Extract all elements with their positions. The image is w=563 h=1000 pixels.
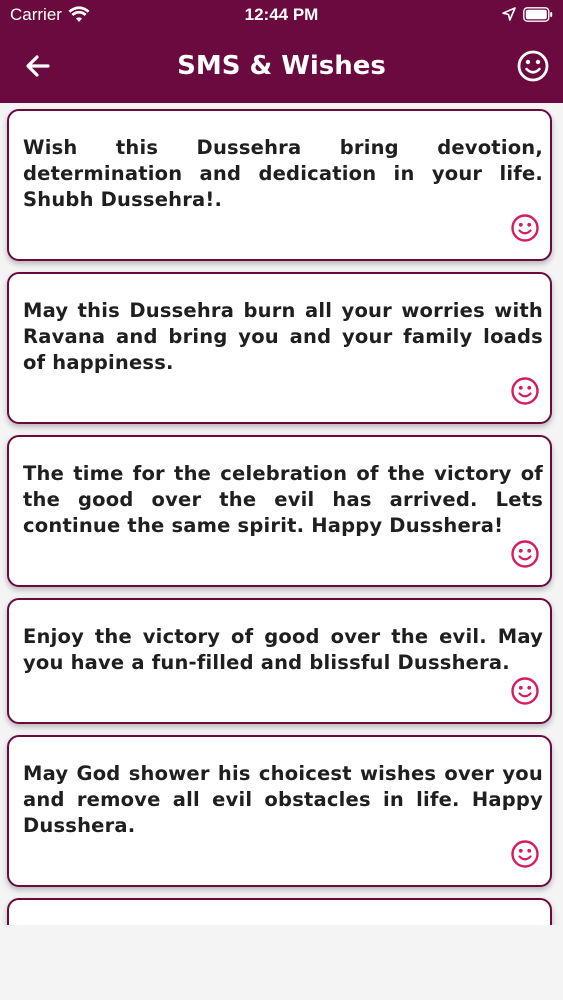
- status-time: 12:44 PM: [244, 5, 319, 24]
- message-card[interactable]: Enjoy the victory of good over the evil.…: [7, 598, 552, 724]
- message-card[interactable]: Wish this Dussehra bring devotion, deter…: [7, 109, 552, 261]
- page-title: SMS & Wishes: [177, 51, 386, 81]
- smiley-icon[interactable]: [510, 376, 540, 406]
- message-card[interactable]: The time for the celebration of the vict…: [7, 435, 552, 587]
- message-card[interactable]: May God shower his choicest wishes over …: [7, 735, 552, 887]
- message-text: May this Dussehra burn all your worries …: [23, 299, 543, 374]
- location-arrow-icon: [502, 7, 516, 21]
- bottom-area: [0, 925, 563, 1000]
- message-text: May God shower his choicest wishes over …: [23, 762, 543, 837]
- status-bar: Carrier 12:44 PM: [0, 0, 563, 30]
- message-list[interactable]: Wish this Dussehra bring devotion, deter…: [0, 103, 563, 925]
- message-text: Wish this Dussehra bring devotion, deter…: [23, 136, 543, 211]
- smiley-icon[interactable]: [510, 213, 540, 243]
- message-text: The time for the celebration of the vict…: [23, 462, 543, 537]
- message-card[interactable]: May this Dussehra burn all your worries …: [7, 272, 552, 424]
- nav-bar: SMS & Wishes: [0, 30, 563, 103]
- message-text: Enjoy the victory of good over the evil.…: [23, 625, 543, 674]
- smiley-icon[interactable]: [510, 839, 540, 869]
- smiley-icon[interactable]: [516, 49, 550, 83]
- message-card[interactable]: [7, 898, 552, 925]
- battery-icon: [523, 7, 553, 22]
- smiley-icon[interactable]: [510, 676, 540, 706]
- smiley-icon[interactable]: [510, 539, 540, 569]
